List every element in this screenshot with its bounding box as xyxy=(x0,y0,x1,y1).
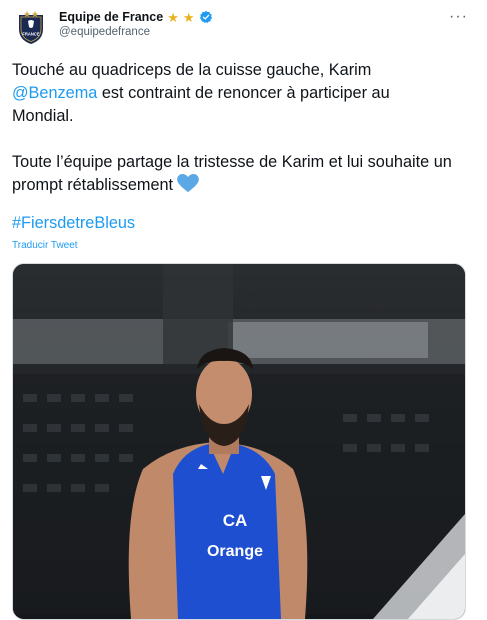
author-handle[interactable]: @equipedefrance xyxy=(59,26,150,38)
jersey-sponsor-logo: CA xyxy=(223,511,248,530)
tweet-card[interactable]: FRANCE Equipe de France ★ ★ @equipedefra… xyxy=(0,0,487,620)
verified-badge-icon xyxy=(199,10,212,24)
author-row: Equipe de France ★ ★ xyxy=(59,8,213,26)
hashtag-line: #FiersdetreBleus xyxy=(12,214,135,233)
player-photo: CA Orange xyxy=(13,264,465,619)
blue-heart-icon xyxy=(177,174,199,193)
tweet-text-start: Touché au quadriceps de la cuisse gauche… xyxy=(12,61,372,79)
translate-tweet-link[interactable]: Traducir Tweet xyxy=(12,240,78,251)
avatar[interactable]: FRANCE xyxy=(17,7,45,45)
author-name[interactable]: Equipe de France xyxy=(59,10,163,24)
avatar-label: FRANCE xyxy=(22,32,40,37)
tweet-paragraph-2: Toute l’équipe partage la tristesse de K… xyxy=(12,151,452,197)
tweet-text: Touché au quadriceps de la cuisse gauche… xyxy=(12,59,452,197)
tweet-text-2: Toute l’équipe partage la tristesse de K… xyxy=(12,153,452,194)
fff-crest-icon: FRANCE xyxy=(19,11,43,44)
jersey-sponsor-text: Orange xyxy=(207,543,263,560)
mention-link[interactable]: @Benzema xyxy=(12,84,97,102)
hashtag-link[interactable]: #FiersdetreBleus xyxy=(12,214,135,232)
tweet-paragraph-1: Touché au quadriceps de la cuisse gauche… xyxy=(12,59,452,128)
star-icon: ★ xyxy=(167,9,179,25)
more-horizontal-icon[interactable]: ··· xyxy=(449,8,468,26)
star-icon: ★ xyxy=(182,9,195,25)
tweet-photo[interactable]: CA Orange xyxy=(12,263,466,620)
